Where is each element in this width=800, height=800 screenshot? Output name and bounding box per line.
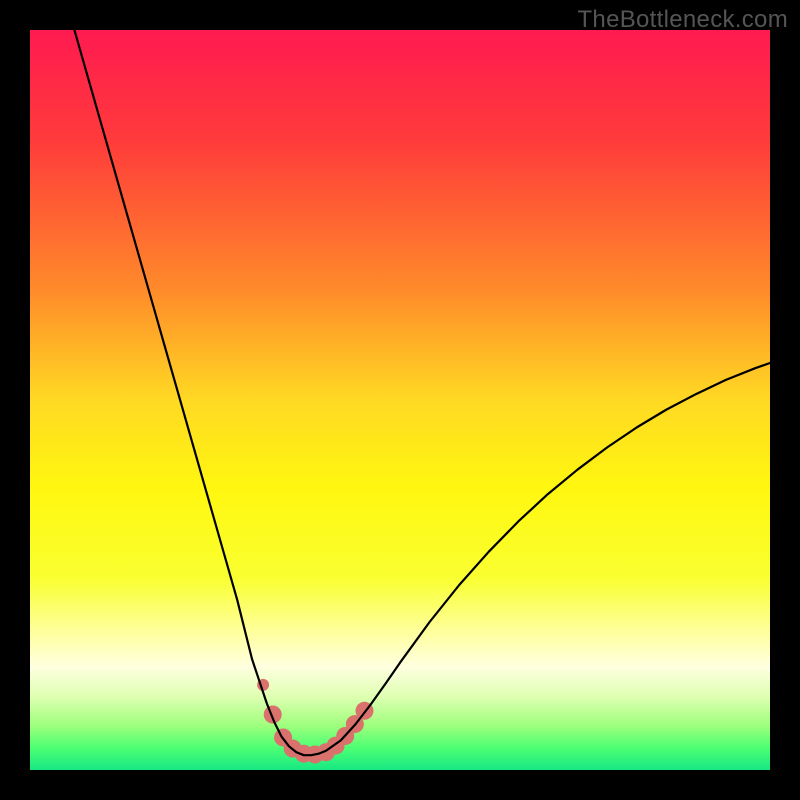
heat-background bbox=[30, 30, 770, 770]
watermark-text: TheBottleneck.com bbox=[577, 6, 788, 34]
chart-root: TheBottleneck.com bbox=[0, 0, 800, 800]
chart-svg bbox=[30, 30, 770, 770]
plot-area bbox=[30, 30, 770, 770]
